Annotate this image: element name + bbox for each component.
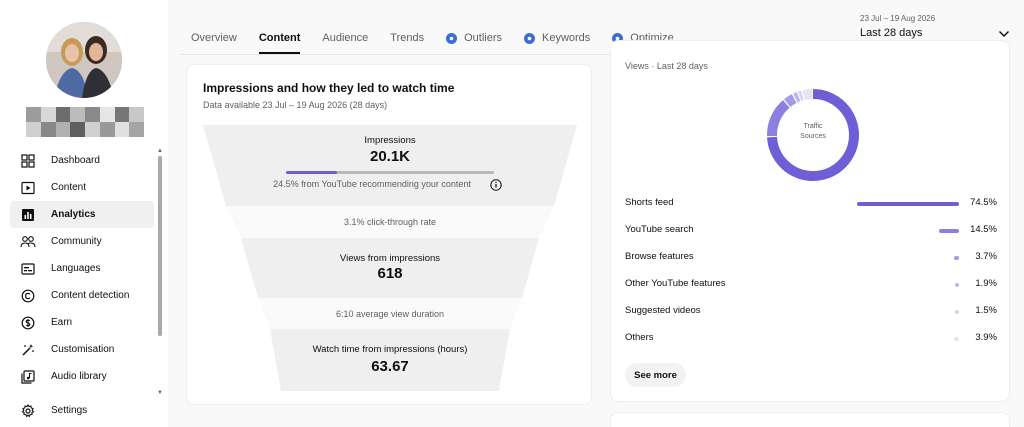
recommend-progress-bar [286,171,337,174]
traffic-source-bar [955,283,959,287]
sidebar-item-dashboard[interactable]: Dashboard [10,147,154,174]
traffic-source-percent: 3.7% [975,251,997,262]
traffic-source-bar [939,229,959,233]
sidebar-item-label: Analytics [51,209,96,220]
feature-badge-icon [446,33,458,44]
sidebar-item-audio-library[interactable]: Audio library [10,363,154,390]
traffic-source-row: Browse features 3.7% [625,251,997,265]
sidebar: Dashboard Content Analytics Community La… [0,0,168,427]
sidebar-item-label: Customisation [51,344,115,355]
tab-keywords[interactable]: Keywords [524,24,590,54]
tab-trends[interactable]: Trends [390,24,424,54]
traffic-source-bar [953,337,959,341]
traffic-source-percent: 1.5% [975,305,997,316]
traffic-source-row: Suggested videos 1.5% [625,305,997,319]
avatar-photo-icon [46,22,122,98]
traffic-source-name: YouTube search [625,224,694,235]
sidebar-item-content-detection[interactable]: Content detection [10,282,154,309]
sidebar-item-analytics[interactable]: Analytics [10,201,154,228]
tab-audience[interactable]: Audience [322,24,368,54]
views-label: Views from impressions [339,253,441,264]
tab-label: Overview [191,32,237,44]
languages-icon [20,261,36,277]
watch-time-label: Watch time from impressions (hours) [312,344,468,355]
copyright-icon [20,288,36,304]
magic-wand-icon [20,342,36,358]
feature-badge-icon [524,33,535,44]
impressions-value: 20.1K [369,148,411,165]
see-more-button[interactable]: See more [625,363,686,387]
traffic-source-percent: 14.5% [970,224,997,235]
scroll-down-arrow-icon[interactable]: ▼ [157,390,163,396]
traffic-source-row: Others 3.9% [625,332,997,346]
traffic-source-row: YouTube search 14.5% [625,224,997,238]
scroll-up-arrow-icon[interactable]: ▲ [157,148,163,154]
tab-overview[interactable]: Overview [191,24,237,54]
sidebar-item-label: Settings [51,405,88,416]
traffic-source-name: Others [625,332,654,343]
sidebar-nav: Dashboard Content Analytics Community La… [10,147,154,390]
gear-icon [20,403,36,419]
dashboard-icon [20,153,36,169]
views-value: 618 [377,265,403,282]
date-range-text: 23 Jul – 19 Aug 2026 [860,14,936,23]
traffic-source-name: Browse features [625,251,694,262]
tab-label: Audience [322,32,369,44]
settings-section: Settings [10,397,154,424]
sidebar-item-label: Content [51,182,87,193]
traffic-source-bar [857,202,959,206]
channel-name-obscured [26,107,144,137]
impressions-funnel-card: Impressions and how they led to watch ti… [186,64,592,405]
sidebar-item-label: Dashboard [51,155,100,166]
ctr-note: 3.1% click-through rate [343,217,437,227]
analytics-tabs: Overview Content Audience Trends Outlier… [180,24,685,54]
traffic-source-percent: 74.5% [970,197,997,208]
traffic-source-bar [953,256,959,260]
impressions-label: Impressions [364,135,416,146]
watch-time-value: 63.67 [371,358,409,375]
sidebar-scrollbar[interactable] [158,156,162,336]
sidebar-item-settings[interactable]: Settings [10,397,154,424]
donut-label-line-2: Sources [800,133,826,140]
sidebar-item-community[interactable]: Community [10,228,154,255]
tab-label: Keywords [542,32,591,44]
traffic-source-percent: 3.9% [975,332,997,343]
analytics-icon [20,207,36,223]
date-period-label: Last 28 days [860,27,923,39]
audio-library-icon [20,369,36,385]
traffic-source-row: Other YouTube features 1.9% [625,278,997,292]
tab-content[interactable]: Content [258,24,301,54]
tab-label: Outliers [464,32,502,44]
sidebar-item-label: Audio library [51,371,107,382]
traffic-source-name: Suggested videos [625,305,701,316]
traffic-source-name: Shorts feed [625,197,674,208]
community-icon [20,234,36,250]
sidebar-item-label: Content detection [51,290,130,301]
traffic-source-percent: 1.9% [975,278,997,289]
sidebar-item-content[interactable]: Content [10,174,154,201]
dollar-icon [20,315,36,331]
traffic-source-bar [955,310,959,314]
tab-outliers[interactable]: Outliers [446,24,502,54]
traffic-sources-card: Views · Last 28 days Traffic Sources Sho… [610,40,1010,402]
donut-label-line-1: Traffic [803,123,823,130]
traffic-source-row: Shorts feed 74.5% [625,197,997,211]
traffic-source-name: Other YouTube features [625,278,726,289]
content-icon [20,180,36,196]
next-card [610,412,1010,427]
donut-center-label: Traffic Sources [765,122,861,142]
sidebar-item-label: Community [51,236,102,247]
traffic-card-subtitle: Views · Last 28 days [625,61,708,71]
avd-note: 6:10 average view duration [335,309,445,319]
sidebar-item-label: Earn [51,317,73,328]
sidebar-item-customisation[interactable]: Customisation [10,336,154,363]
sidebar-item-label: Languages [51,263,101,274]
sidebar-item-earn[interactable]: Earn [10,309,154,336]
tab-label: Trends [390,32,425,44]
tab-label: Content [258,32,301,44]
channel-avatar[interactable] [46,22,122,98]
info-icon[interactable] [490,178,502,191]
sidebar-item-languages[interactable]: Languages [10,255,154,282]
